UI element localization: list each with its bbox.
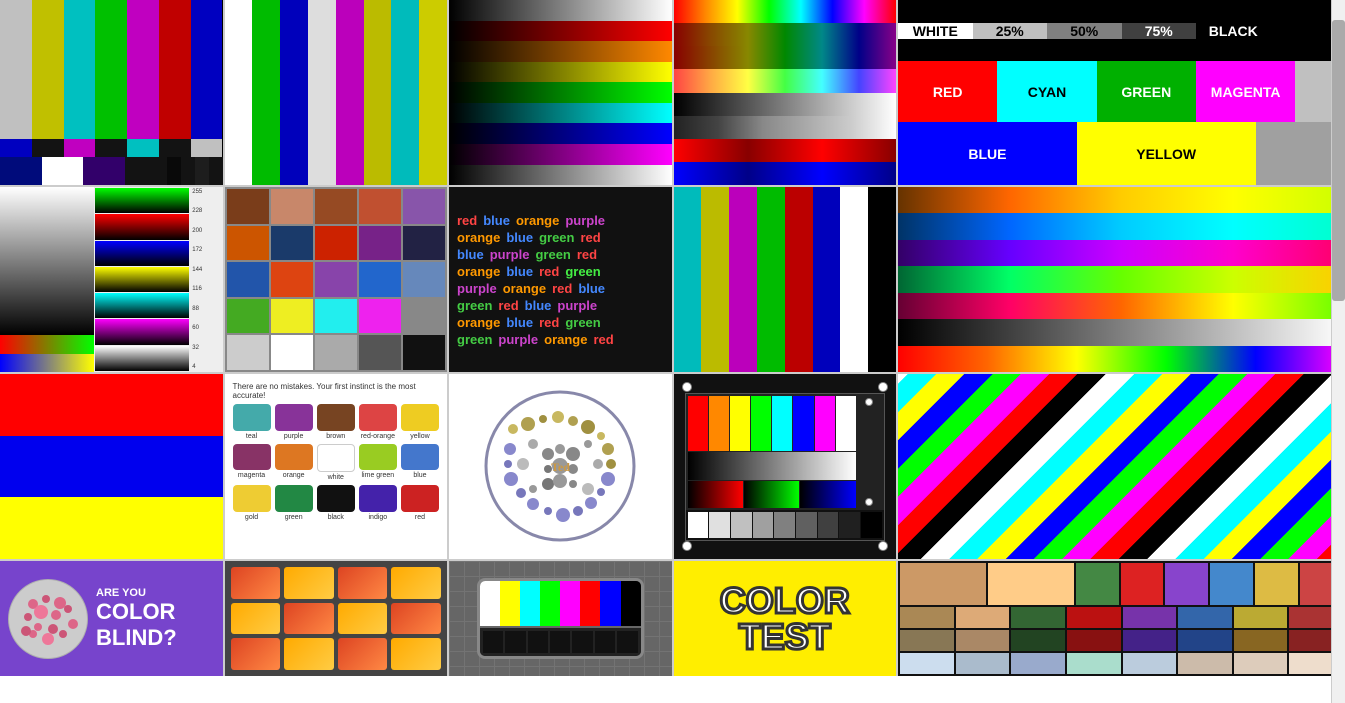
color-text-row: red blue orange purple [457,213,664,228]
75-percent-label: 75% [1122,23,1197,39]
color-test-title: COLOR [720,583,850,619]
color-text-row: green purple orange red [457,332,664,347]
color-text-row: orange blue green red [457,230,664,245]
grid-color-pattern[interactable] [225,561,448,676]
are-you-label: ARE YOU [96,587,177,599]
ishihara-circle-small [8,579,88,659]
scrollbar-thumb[interactable] [1332,20,1345,301]
color-text-row: orange blue red green [457,264,664,279]
smpte-color-bars[interactable]: RED GREEN BLUE WHITE MAGENTA YELLOW CYAN [0,0,223,185]
swatch-brown[interactable]: brown [317,404,355,440]
swatch-purple[interactable]: purple [275,404,313,440]
swatch-indigo[interactable]: indigo [359,485,397,521]
swatch-teal[interactable]: teal [233,404,271,440]
swatch-green[interactable]: green [275,485,313,521]
swatch-label: blue [413,472,426,479]
swatch-white[interactable]: white [317,444,355,482]
color-label: COLOR [96,599,177,625]
tv-test-pattern[interactable] [449,561,672,676]
swatch-label: indigo [369,514,388,521]
gradient-bands-test[interactable] [449,0,672,185]
color-text-row: orange blue red green [457,315,664,330]
scrollbar[interactable] [1331,0,1345,703]
white-label: WHITE [898,23,973,39]
color-word-test[interactable]: red blue orange purple orange blue green… [449,187,672,372]
cyan-label: CYAN [997,61,1096,122]
test-subtitle: TEST [720,619,850,655]
swatch-label: brown [326,433,345,440]
50-percent-label: 50% [1047,23,1122,39]
monitor-test-pattern[interactable] [674,374,897,559]
swatch-label: red [415,514,425,521]
vertical-color-bars[interactable] [225,0,448,185]
yellow-label: YELLOW [1077,122,1256,185]
swatch-label: purple [284,433,303,440]
blue-label: BLUE [898,122,1077,185]
green-label: GREEN [1097,61,1196,122]
blind-label: BLIND? [96,625,177,651]
swatch-label: orange [283,472,305,479]
swatch-title: There are no mistakes. Your first instin… [233,382,440,400]
color-blindness-circle[interactable]: Ted [449,374,672,559]
swatch-black[interactable]: black [317,485,355,521]
swatch-gold[interactable]: gold [233,485,271,521]
solid-color-blocks[interactable] [0,374,223,559]
red-label: RED [898,61,997,122]
25-percent-label: 25% [973,23,1048,39]
diagonal-color-stripes[interactable] [898,374,1345,559]
black-label: BLACK [1196,23,1271,39]
color-text-row: purple orange red blue [457,281,664,296]
color-test-text-large[interactable]: COLOR TEST [674,561,897,676]
luminance-chart[interactable]: 2552282001721441168860324 [0,187,223,372]
swatch-label: teal [246,433,257,440]
swatch-label: black [328,514,344,521]
swatch-label: lime green [362,472,395,479]
swatch-label: yellow [410,433,429,440]
color-text-row: blue purple green red [457,247,664,262]
color-text-row: green red blue purple [457,298,664,313]
color-test-card[interactable]: WHITE 25% 50% 75% BLACK RED CYAN GREEN M… [898,0,1345,185]
swatch-label: gold [245,514,258,521]
swatch-label: magenta [238,472,265,479]
color-spectrum-display[interactable] [674,0,897,185]
magenta-label: MAGENTA [1196,61,1295,122]
swatch-yellow[interactable]: yellow [401,404,439,440]
swatch-orange[interactable]: orange [275,444,313,482]
color-chart-squares[interactable] [225,187,448,372]
vertical-bars-2[interactable] [674,187,897,372]
swatch-lime-green[interactable]: lime green [359,444,397,482]
color-bars-final-panel[interactable] [898,561,1345,676]
svg-text:Ted: Ted [551,460,570,474]
color-swatches-panel[interactable]: There are no mistakes. Your first instin… [225,374,448,559]
swatch-label: green [285,514,303,521]
swatch-label: white [328,474,344,481]
swatch-blue[interactable]: blue [401,444,439,482]
swatch-magenta[interactable]: magenta [233,444,271,482]
are-you-color-blind-banner[interactable]: ARE YOU COLOR BLIND? [0,561,223,676]
swatch-red[interactable]: red [401,485,439,521]
swatch-label: red-orange [361,433,395,440]
swatch-red-orange[interactable]: red-orange [359,404,397,440]
image-grid: RED GREEN BLUE WHITE MAGENTA YELLOW CYAN [0,0,1345,676]
gradient-bars-panel[interactable] [898,187,1345,372]
